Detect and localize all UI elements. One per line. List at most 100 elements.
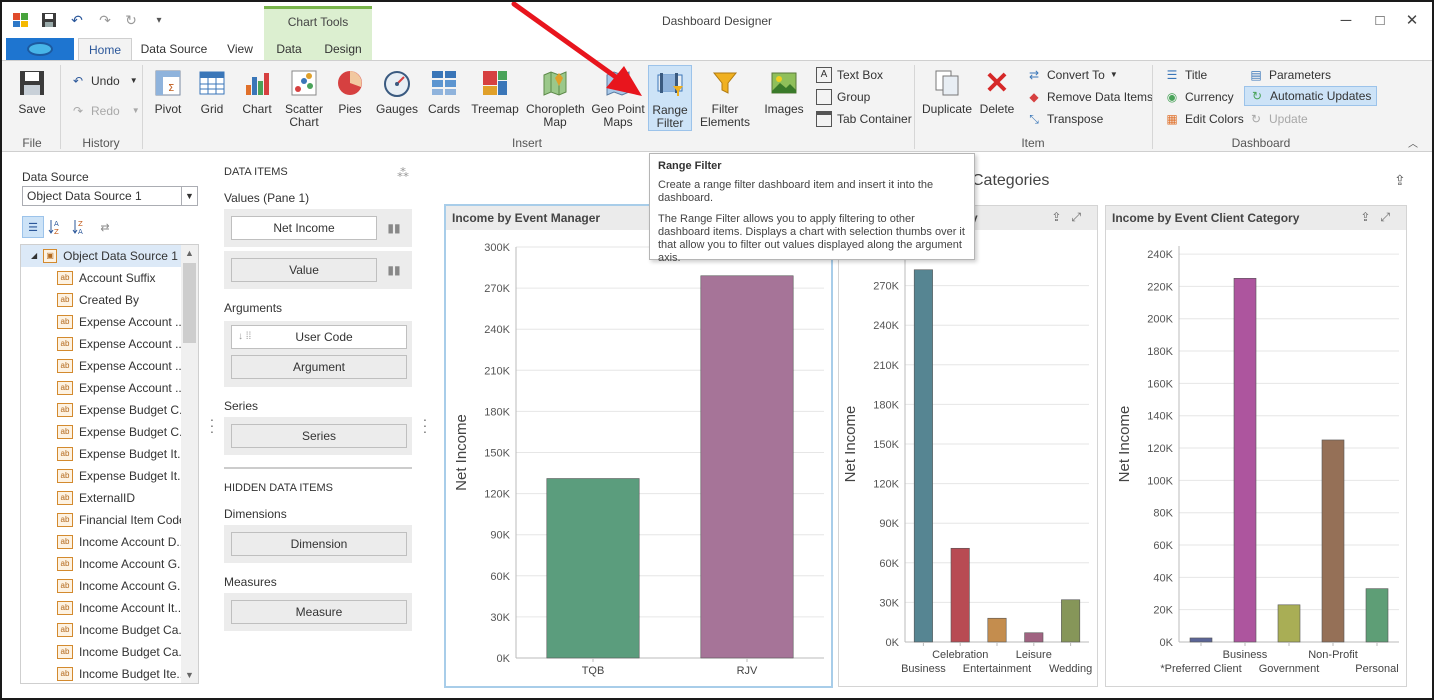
field-item[interactable]: ab Income Account D... (21, 531, 186, 553)
dimension-placeholder[interactable]: Dimension (231, 532, 407, 556)
close-button[interactable]: ✕ (1398, 8, 1426, 32)
y-tick-label: 60K (879, 558, 899, 570)
tooltip-line-1: Create a range filter dashboard item and… (658, 179, 934, 204)
y-axis-title: Net Income (842, 406, 859, 483)
field-item[interactable]: ab Income Account It... (21, 597, 184, 619)
collapse-icon[interactable]: ◢ (31, 245, 37, 267)
field-item[interactable]: ab Income Budget Ite... (21, 663, 186, 683)
tree-scrollbar[interactable]: ▲ ▼ (181, 245, 198, 683)
field-item[interactable]: ab Expense Account ... (21, 355, 185, 377)
series-placeholder[interactable]: Series (231, 424, 407, 448)
scroll-up-icon[interactable]: ▲ (181, 245, 198, 261)
field-item[interactable]: ab Expense Budget C... (21, 421, 189, 443)
group-button[interactable]: Group (816, 87, 870, 107)
group-by-type-icon[interactable]: ☰ (22, 216, 44, 238)
app-window: ↶ ↷ ↻ ▾ Chart Tools Dashboard Designer ─… (0, 0, 1434, 700)
field-item[interactable]: ab Income Budget Ca... (21, 641, 188, 663)
tab-container-button[interactable]: Tab Container (816, 109, 912, 129)
svg-text:Z: Z (78, 220, 83, 228)
field-item[interactable]: ab Income Budget Ca... (21, 619, 188, 641)
field-item[interactable]: ab Expense Budget It... (21, 465, 187, 487)
string-field-icon: ab (57, 491, 73, 505)
title-button[interactable]: ☰ Title (1164, 65, 1208, 85)
field-item[interactable]: ab Account Suffix (21, 267, 156, 289)
bar-chart-client-category: 0K 20K 40K 60K 80K 100K 120K 140K 160K 180K 200K 22… (1116, 246, 1399, 675)
export-icon[interactable]: ⇪ (1394, 172, 1406, 189)
bar-chart-icon[interactable]: ▮▮ (386, 220, 402, 236)
images-label: Images (764, 102, 804, 116)
y-tick-label: 270K (873, 281, 899, 293)
sort-descending-icon[interactable]: ZA (70, 216, 92, 238)
chart-card-client-category[interactable]: Income by Event Client Category ⇪⤢ 0K 20K… (1105, 205, 1407, 687)
field-item[interactable]: ab Expense Account ... (21, 333, 185, 355)
remove-data-items-button[interactable]: ◆ Remove Data Items (1026, 87, 1153, 107)
parameters-button[interactable]: ▤ Parameters (1248, 65, 1331, 85)
images-icon (768, 67, 800, 99)
string-field-icon: ab (57, 667, 73, 681)
tooltip-line-2: The Range Filter allows you to apply fil… (658, 213, 965, 264)
edit-colors-button[interactable]: ▦ Edit Colors (1164, 109, 1243, 129)
maximize-icon[interactable]: ⤢ (1380, 210, 1400, 224)
chart-card-event-category[interactable]: ory ⇪⤢ 0K30K60K90K120K150K180K210K240K27… (838, 205, 1098, 687)
net-income-item[interactable]: Net Income (231, 216, 377, 240)
y-tick-label: 120K (1147, 443, 1173, 455)
scroll-thumb[interactable] (183, 263, 196, 343)
images-button[interactable]: Images (760, 65, 808, 131)
delete-button[interactable]: ✕ Delete (978, 65, 1016, 131)
sort-ascending-icon[interactable]: AZ (46, 216, 68, 238)
maximize-button[interactable]: □ (1366, 8, 1394, 32)
string-field-icon: ab (57, 513, 73, 527)
value-placeholder[interactable]: Value (231, 258, 377, 282)
collapse-ribbon-icon[interactable]: ︿ (1408, 135, 1418, 150)
measure-placeholder[interactable]: Measure (231, 600, 407, 624)
add-item-icon[interactable]: ⁂ (397, 166, 409, 180)
maximize-icon[interactable]: ⤢ (1071, 210, 1091, 224)
field-item[interactable]: ab Expense Account ... (21, 311, 185, 333)
string-field-icon: ab (57, 337, 73, 351)
string-field-icon: ab (57, 403, 73, 417)
y-tick-label: 90K (490, 530, 510, 542)
currency-button[interactable]: ◉ Currency (1164, 87, 1234, 107)
right-splitter-handle[interactable]: · · · (422, 412, 428, 438)
x-tick-label: Wedding (1049, 663, 1092, 675)
filter-elements-button[interactable]: Filter Elements (696, 65, 754, 131)
bar (1233, 278, 1257, 643)
automatic-updates-button[interactable]: ↻ Automatic Updates (1244, 86, 1378, 106)
user-code-item[interactable]: ↓ ⁞⁞ User Code (231, 325, 407, 349)
field-item[interactable]: ab Income Account G... (21, 553, 187, 575)
y-tick-label: 240K (1147, 249, 1173, 261)
string-field-icon: ab (57, 645, 73, 659)
field-item[interactable]: ab Income Account G... (21, 575, 187, 597)
tree-root[interactable]: ◢ ▣ Object Data Source 1 (21, 245, 181, 267)
text-box-button[interactable]: A Text Box (816, 65, 883, 85)
duplicate-button[interactable]: Duplicate (920, 65, 974, 131)
scroll-down-icon[interactable]: ▼ (181, 667, 198, 683)
field-item[interactable]: ab Expense Budget It... (21, 443, 187, 465)
field-item[interactable]: ab ExternalID (21, 487, 135, 509)
delete-label: Delete (979, 102, 1015, 116)
convert-to-button[interactable]: ⇄ Convert To ▼ (1026, 65, 1118, 85)
left-splitter-handle[interactable]: · · · (209, 412, 215, 438)
measures-well: Measure (224, 593, 412, 631)
y-tick-label: 210K (873, 360, 899, 372)
export-icon[interactable]: ⇪ (1051, 210, 1071, 224)
export-icon[interactable]: ⇪ (1360, 210, 1380, 224)
y-tick-label: 120K (484, 489, 510, 501)
user-code-label: User Code (295, 330, 353, 344)
data-source-select[interactable]: Object Data Source 1 ▼ (22, 186, 198, 206)
string-field-icon: ab (57, 469, 73, 483)
refresh-fields-icon[interactable]: ⇄ (94, 216, 116, 238)
field-item[interactable]: ab Financial Item Code (21, 509, 186, 531)
update-button[interactable]: ↻ Update (1248, 109, 1308, 129)
field-item[interactable]: ab Expense Budget C... (21, 399, 189, 421)
y-tick-label: 210K (484, 365, 510, 377)
transpose-button[interactable]: ⤡ Transpose (1026, 109, 1103, 129)
field-item[interactable]: ab Expense Account ... (21, 377, 185, 399)
field-label: Created By (79, 293, 140, 307)
minimize-button[interactable]: ─ (1332, 8, 1360, 32)
field-item[interactable]: ab Created By (21, 289, 139, 311)
chart-card-event-manager[interactable]: Income by Event Manager 0K 30K 60K 90K 120K 1… (444, 204, 833, 688)
sort-icon[interactable]: ↓ ⁞⁞ (238, 326, 251, 348)
bar-chart-icon[interactable]: ▮▮ (386, 262, 402, 278)
argument-placeholder[interactable]: Argument (231, 355, 407, 379)
